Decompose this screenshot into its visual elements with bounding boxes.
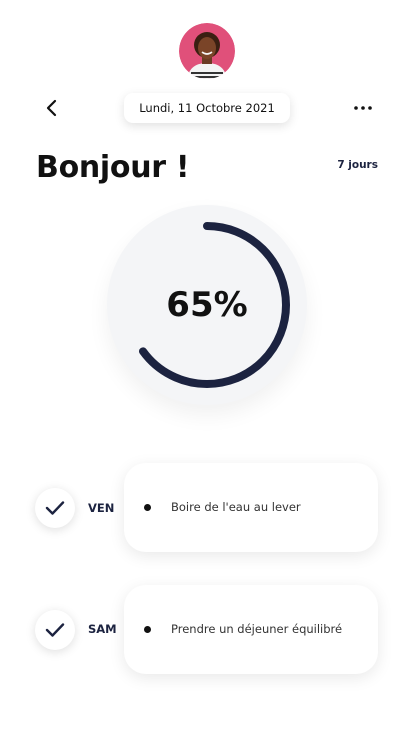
more-horizontal-icon bbox=[354, 106, 372, 110]
task-check-button[interactable] bbox=[35, 610, 75, 650]
profile-photo bbox=[179, 23, 235, 79]
task-card[interactable]: Prendre un déjeuner équilibré bbox=[124, 585, 378, 674]
task-text: Prendre un déjeuner équilibré bbox=[171, 622, 343, 636]
bullet-icon bbox=[144, 504, 151, 511]
avatar[interactable] bbox=[179, 23, 235, 79]
progress-ring: 65% bbox=[107, 205, 307, 405]
task-text: Boire de l'eau au lever bbox=[171, 500, 301, 514]
period-filter-link[interactable]: 7 jours bbox=[337, 159, 378, 171]
progress-value: 65% bbox=[166, 285, 248, 325]
check-icon bbox=[45, 501, 65, 515]
task-day-label: VEN bbox=[88, 501, 115, 515]
page-title: Bonjour ! bbox=[36, 150, 190, 185]
app-screen: Lundi, 11 Octobre 2021 Bonjour ! 7 jours… bbox=[0, 0, 414, 736]
task-day-label: SAM bbox=[88, 622, 117, 636]
date-selector[interactable]: Lundi, 11 Octobre 2021 bbox=[124, 93, 290, 123]
more-options-button[interactable] bbox=[349, 96, 377, 120]
check-icon bbox=[45, 623, 65, 637]
date-label: Lundi, 11 Octobre 2021 bbox=[139, 101, 275, 115]
task-card[interactable]: Boire de l'eau au lever bbox=[124, 463, 378, 552]
back-button[interactable] bbox=[38, 94, 66, 122]
task-check-button[interactable] bbox=[35, 488, 75, 528]
chevron-left-icon bbox=[46, 99, 57, 117]
bullet-icon bbox=[144, 626, 151, 633]
